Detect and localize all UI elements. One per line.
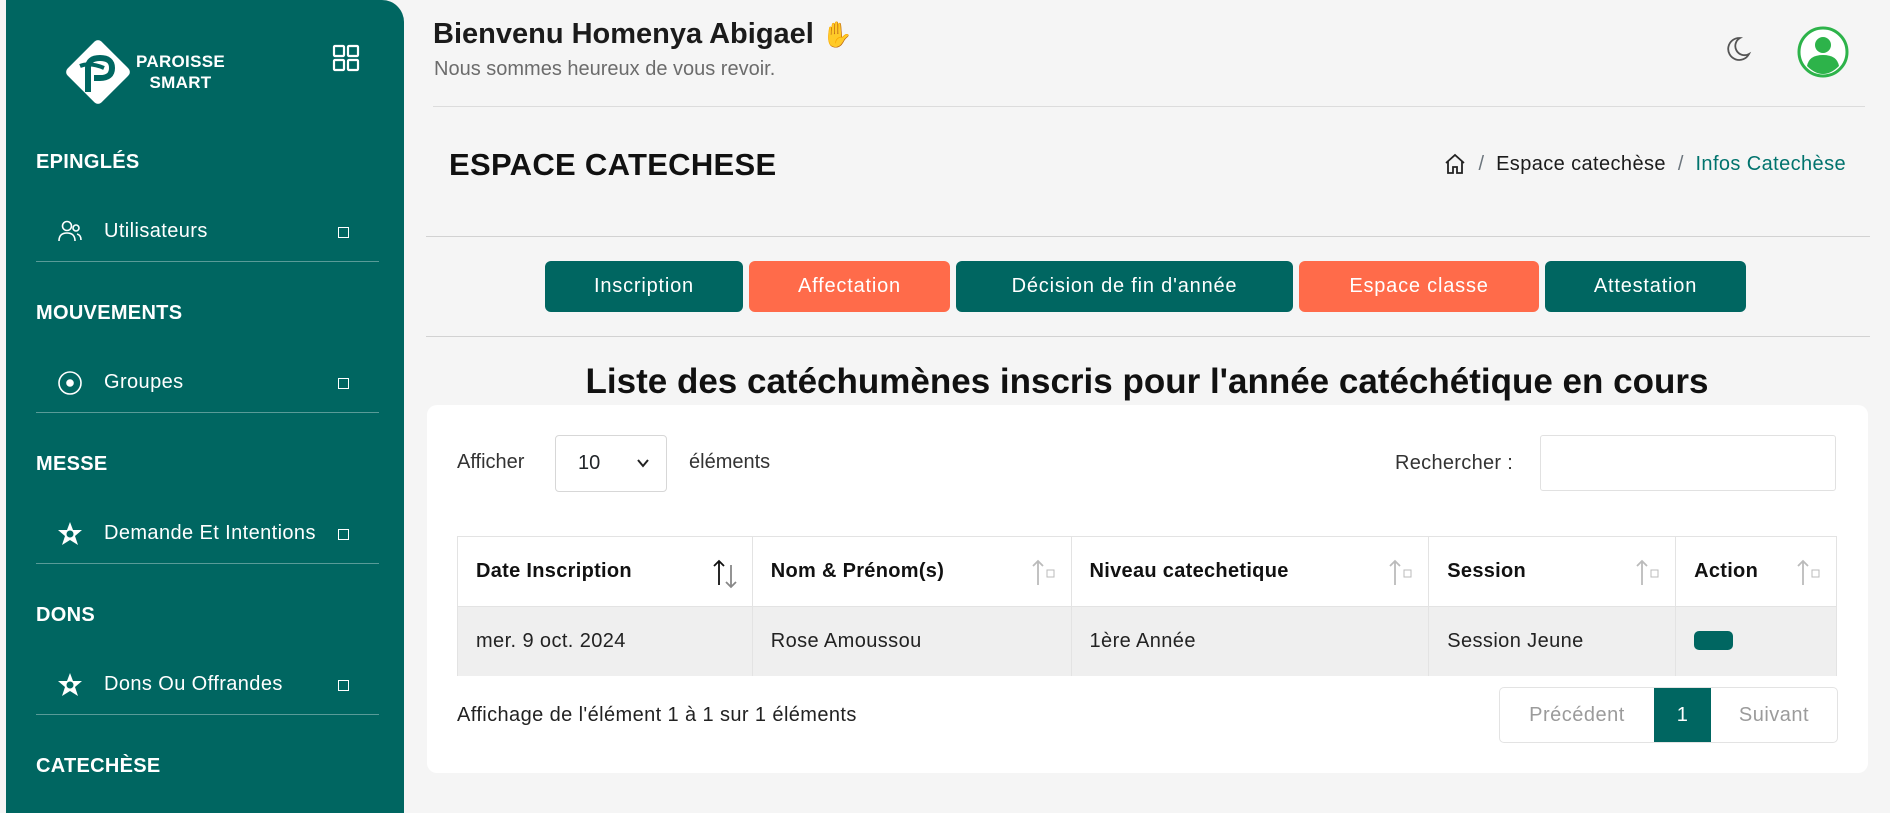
column-header-nom[interactable]: Nom & Prénom(s) [751, 536, 1072, 607]
divider [426, 236, 1870, 237]
column-label: Date Inscription [476, 560, 632, 582]
page-title: ESPACE CATECHESE [449, 147, 777, 182]
pagination: Précédent 1 Suivant [1499, 687, 1838, 743]
pagination-next[interactable]: Suivant [1711, 688, 1837, 742]
sidebar-item-label: Dons Ou Offrandes [104, 673, 283, 695]
star-badge-icon [56, 671, 84, 699]
tab-affectation[interactable]: Affectation [749, 261, 950, 312]
sort-icon [1031, 559, 1055, 585]
cell-level: 1ère Année [1070, 606, 1430, 676]
section-messe: MESSE [36, 453, 108, 475]
breadcrumb-current: Infos Catechèse [1695, 152, 1846, 175]
column-label: Nom & Prénom(s) [770, 560, 945, 582]
sidebar-item-label: Utilisateurs [104, 220, 208, 242]
avatar[interactable] [1797, 26, 1849, 78]
action-tabs: Inscription Affectation Décision de fin … [545, 261, 1746, 312]
sidebar-item-demandes[interactable]: Demande Et Intentions [36, 504, 379, 564]
divider [426, 336, 1870, 337]
pagination-page-1[interactable]: 1 [1654, 688, 1711, 742]
expand-square-icon [338, 529, 349, 540]
logo-line1: PAROISSE [136, 52, 225, 71]
column-label: Session [1447, 560, 1527, 582]
column-header-date[interactable]: Date Inscription [457, 536, 753, 607]
header-divider [433, 106, 1865, 107]
table-info: Affichage de l'élément 1 à 1 sur 1 éléme… [457, 704, 857, 726]
cell-name: Rose Amoussou [751, 606, 1072, 676]
search-label: Rechercher : [1395, 452, 1514, 474]
tab-inscription[interactable]: Inscription [545, 261, 743, 312]
length-label: Afficher [457, 451, 525, 473]
logo-line2: SMART [149, 73, 212, 92]
sort-icon [1389, 559, 1412, 585]
logo-icon [66, 40, 130, 104]
users-icon [56, 218, 84, 246]
sidebar: PAROISSE SMART EPINGLÉS Utilisateurs MOU… [6, 0, 404, 813]
sidebar-item-label: Demande Et Intentions [104, 522, 316, 544]
column-header-session[interactable]: Session [1428, 536, 1677, 607]
welcome-text: Bienvenu Homenya Abigael [433, 18, 814, 50]
datatable-card: Afficher 10 éléments Rechercher : Date I… [427, 405, 1868, 773]
sidebar-item-dons[interactable]: Dons Ou Offrandes [36, 655, 379, 715]
table-row[interactable]: mer. 9 oct. 2024 Rose Amoussou 1ère Anné… [457, 606, 1837, 676]
column-header-niveau[interactable]: Niveau catechetique [1070, 536, 1430, 607]
sidebar-item-utilisateurs[interactable]: Utilisateurs [36, 202, 379, 262]
welcome-subtitle: Nous sommes heureux de vous revoir. [434, 58, 776, 80]
column-label: Niveau catechetique [1089, 560, 1289, 582]
wave-hand-icon: ✋ [821, 21, 853, 49]
tab-espace-classe[interactable]: Espace classe [1299, 261, 1539, 312]
home-icon[interactable] [1443, 152, 1467, 176]
row-action-button[interactable] [1694, 631, 1734, 651]
chevron-down-icon [637, 459, 649, 468]
breadcrumb-espace[interactable]: Espace catechèse [1496, 153, 1666, 176]
breadcrumb-separator: / [1677, 152, 1684, 175]
search-input[interactable] [1540, 435, 1836, 491]
column-header-action[interactable]: Action [1675, 536, 1837, 607]
section-catechese: CATECHÈSE [36, 755, 161, 777]
cell-action [1675, 606, 1837, 676]
sort-icon [713, 559, 737, 589]
expand-square-icon [338, 227, 349, 238]
catechumen-table: Date Inscription Nom & Prénom(s) Niveau … [457, 536, 1837, 676]
cell-session: Session Jeune [1428, 606, 1677, 676]
app-logo[interactable]: PAROISSE SMART [58, 32, 225, 112]
tab-attestation[interactable]: Attestation [1545, 261, 1746, 312]
list-title: Liste des catéchumènes inscris pour l'an… [585, 362, 1709, 401]
page-length-value: 10 [578, 452, 601, 474]
section-dons: DONS [36, 604, 95, 626]
grid-menu-icon[interactable] [332, 44, 360, 72]
length-suffix: éléments [689, 451, 771, 473]
expand-square-icon [338, 680, 349, 691]
welcome-title: Bienvenu Homenya Abigael ✋ [433, 18, 853, 51]
breadcrumb: / Espace catechèse / Infos Catechèse [1443, 152, 1847, 176]
section-mouvements: MOUVEMENTS [36, 302, 183, 324]
pagination-previous[interactable]: Précédent [1500, 688, 1654, 742]
star-badge-icon [56, 520, 84, 548]
moon-icon[interactable] [1727, 34, 1757, 64]
page-length-select[interactable]: 10 [555, 435, 667, 492]
column-label: Action [1694, 560, 1759, 582]
breadcrumb-separator: / [1478, 152, 1485, 175]
cell-date: mer. 9 oct. 2024 [457, 606, 753, 676]
sort-icon [1797, 559, 1820, 585]
tab-decision-fin-annee[interactable]: Décision de fin d'année [956, 261, 1293, 312]
section-epingles: EPINGLÉS [36, 151, 140, 173]
sort-icon [1636, 559, 1659, 585]
